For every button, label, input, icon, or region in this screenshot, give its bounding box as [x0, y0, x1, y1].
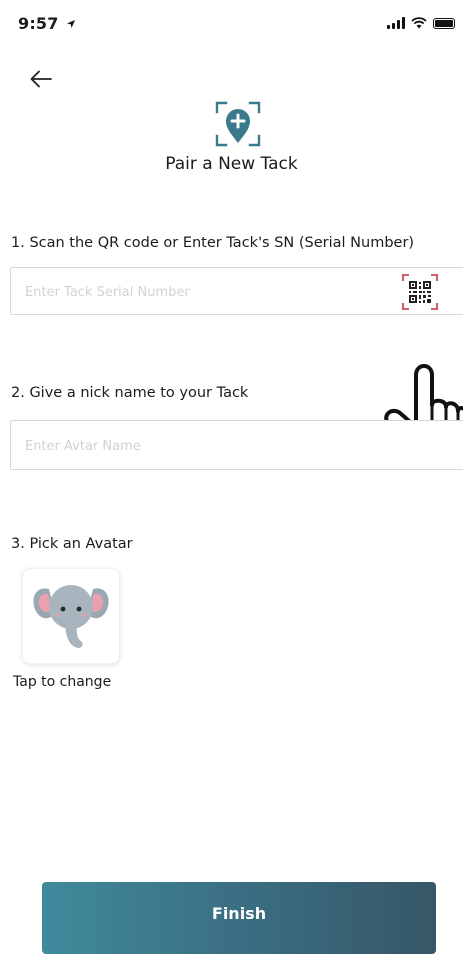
qr-code-icon [402, 274, 438, 310]
avatar-hint: Tap to change [13, 674, 112, 690]
page-title: Pair a New Tack [165, 154, 298, 174]
cellular-signal-icon [387, 17, 405, 29]
battery-icon [433, 17, 455, 29]
serial-number-input[interactable] [23, 268, 397, 316]
tack-pin-logo [214, 100, 262, 148]
avatar-picker[interactable] [22, 568, 120, 664]
nickname-input[interactable] [23, 421, 397, 471]
serial-number-field[interactable] [10, 267, 463, 316]
step2-label: 2. Give a nick name to your Tack [11, 385, 249, 401]
status-indicators [387, 15, 455, 31]
finish-button[interactable]: Finish [42, 882, 436, 954]
step1-label: 1. Scan the QR code or Enter Tack's SN (… [11, 235, 415, 251]
status-time: 9:57 [18, 14, 76, 33]
wifi-icon [411, 17, 427, 29]
nickname-field[interactable] [10, 420, 463, 471]
scan-qr-button[interactable] [402, 274, 438, 310]
map-pin-plus-icon [215, 101, 261, 147]
location-arrow-icon [67, 20, 76, 28]
back-button[interactable] [26, 64, 56, 94]
elephant-avatar-icon [33, 585, 109, 648]
step3-label: 3. Pick an Avatar [11, 536, 133, 552]
back-arrow-icon [30, 70, 52, 88]
